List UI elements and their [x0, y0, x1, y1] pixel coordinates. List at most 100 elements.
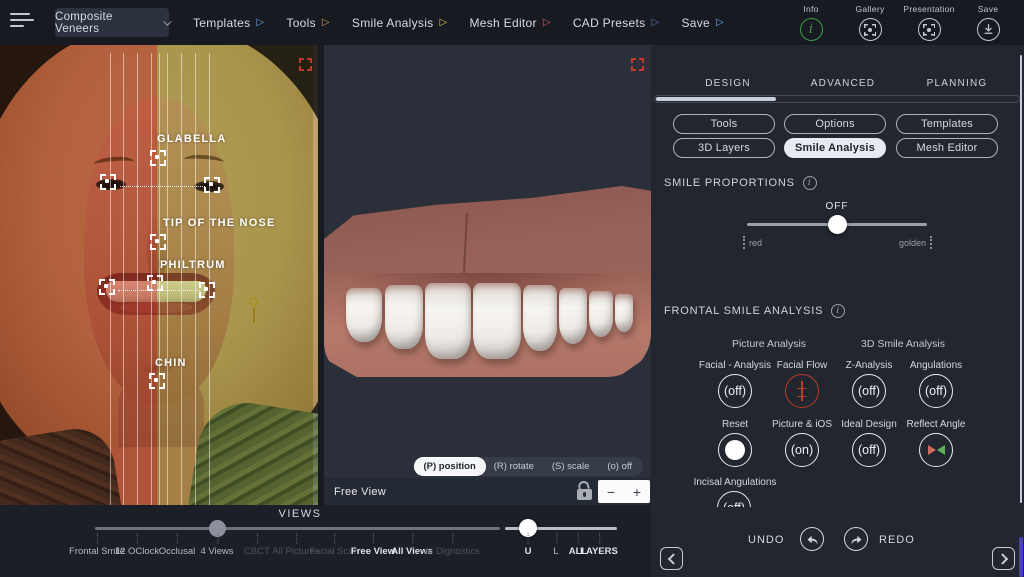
analysis-guideline	[167, 53, 168, 505]
menu-smile-analysis[interactable]: Smile Analysis▷	[352, 16, 448, 30]
zoom-control: − +	[598, 480, 650, 503]
smile-proportions-title: SMILE PROPORTIONS i	[664, 176, 817, 190]
z-analysis-toggle[interactable]: (off)	[852, 374, 886, 408]
tooth-3d	[425, 283, 471, 359]
reflect-angle-toggle[interactable]	[919, 433, 953, 467]
menu-cad-presets[interactable]: CAD Presets▷	[573, 16, 660, 30]
philtrum-marker[interactable]	[147, 275, 163, 291]
segment-position[interactable]: (P) position	[415, 458, 485, 475]
analysis-guideline	[209, 53, 210, 505]
reflect-angle-label: Reflect Angle	[907, 419, 966, 430]
reset-button[interactable]	[718, 433, 752, 467]
view-12-oclock[interactable]: 12 OClock	[115, 546, 159, 557]
menu-mesh-editor[interactable]: Mesh Editor▷	[469, 16, 550, 30]
zoom-out-button[interactable]: −	[598, 480, 624, 503]
mouth-left-marker[interactable]	[99, 279, 115, 295]
menu-tools[interactable]: Tools▷	[286, 16, 330, 30]
nose-label: TIP OF THE NOSE	[163, 217, 276, 229]
prev-step-button[interactable]	[660, 547, 683, 570]
reset-dot-icon	[725, 440, 745, 460]
expand-viewport-icon[interactable]	[631, 58, 644, 71]
panel-button-3d-layers[interactable]: 3D Layers	[673, 138, 775, 158]
3d-smile-analysis-header: 3D Smile Analysis	[861, 338, 945, 350]
tab-design[interactable]: DESIGN	[705, 78, 751, 89]
crosshair-icon	[793, 381, 811, 401]
presentation-icon	[918, 18, 941, 41]
glabella-marker[interactable]	[150, 150, 166, 166]
chevron-left-icon	[667, 553, 678, 564]
menu-templates[interactable]: Templates▷	[193, 16, 264, 30]
reflect-angle-icon	[928, 445, 945, 455]
info-button[interactable]: Info i	[789, 4, 833, 41]
gallery-button[interactable]: Gallery	[848, 4, 892, 41]
smile-proportions-handle[interactable]	[828, 215, 847, 234]
expand-photo-icon[interactable]	[299, 58, 312, 71]
analysis-guideline	[123, 53, 124, 505]
picture-analysis-header: Picture Analysis	[732, 338, 806, 350]
segment-off[interactable]: (o) off	[598, 458, 641, 475]
viewport-3d[interactable]: (P) position (R) rotate (S) scale (o) of…	[324, 45, 651, 505]
tooth-3d	[589, 291, 613, 337]
lock-icon[interactable]	[576, 481, 594, 502]
arrow-icon: ▷	[543, 18, 551, 28]
next-step-button[interactable]	[992, 547, 1015, 570]
preset-dropdown[interactable]: Composite Veneers	[55, 8, 169, 37]
undo-arrow-icon	[805, 532, 820, 547]
layer-lower[interactable]: L	[553, 546, 558, 557]
facial-analysis-label: Facial - Analysis	[699, 360, 771, 371]
presentation-button[interactable]: Presentation	[907, 4, 951, 41]
mouth-right-marker[interactable]	[199, 282, 215, 298]
views-bar: VIEWS Frontal Smile 12 OClock Occlusal 4…	[0, 505, 651, 577]
save-button[interactable]: Save	[966, 4, 1010, 41]
right-eye-marker[interactable]	[204, 177, 220, 193]
redo-label: REDO	[879, 534, 915, 546]
panel-button-mesh-editor[interactable]: Mesh Editor	[896, 138, 998, 158]
slider-max-label: golden	[899, 236, 932, 249]
tab-advanced[interactable]: ADVANCED	[811, 78, 875, 89]
info-icon[interactable]: i	[831, 304, 845, 318]
top-actions: Info i Gallery Presentation Save	[789, 4, 1010, 41]
picture-ios-toggle[interactable]: (on)	[785, 433, 819, 467]
view-ai-dignostics[interactable]: AI Dignostics	[424, 546, 479, 557]
redo-button[interactable]	[844, 527, 868, 551]
facial-analysis-toggle[interactable]: (off)	[718, 374, 752, 408]
angulations-toggle[interactable]: (off)	[919, 374, 953, 408]
info-icon[interactable]: i	[803, 176, 817, 190]
tab-planning[interactable]: PLANNING	[927, 78, 988, 89]
panel-scrollbar[interactable]	[1020, 55, 1023, 503]
transform-mode-control: (P) position (R) rotate (S) scale (o) of…	[413, 457, 644, 476]
chin-marker[interactable]	[149, 373, 165, 389]
views-slider-track[interactable]	[95, 527, 500, 530]
incisal-angulations-toggle[interactable]: (off)	[717, 491, 751, 507]
incisal-angulations-toggle-clipped[interactable]: (off)	[717, 491, 753, 507]
tooth-3d	[523, 285, 557, 351]
menu-save[interactable]: Save▷	[681, 16, 724, 30]
hamburger-menu-icon[interactable]	[10, 13, 34, 31]
segment-scale[interactable]: (S) scale	[543, 458, 598, 475]
panel-button-options[interactable]: Options	[784, 114, 886, 134]
chin-label: CHIN	[155, 357, 187, 369]
view-4-views[interactable]: 4 Views	[200, 546, 233, 557]
left-eye-marker[interactable]	[100, 174, 116, 190]
view-occlusal[interactable]: Occlusal	[159, 546, 195, 557]
layer-upper[interactable]: U	[525, 546, 532, 557]
incisal-angulations-label: Incisal Angulations	[694, 477, 777, 488]
segment-rotate[interactable]: (R) rotate	[485, 458, 543, 475]
app-window: Composite Veneers Templates▷ Tools▷ Smil…	[0, 0, 1024, 577]
arrow-icon: ▷	[651, 18, 659, 28]
facial-flow-toggle[interactable]	[785, 374, 819, 408]
download-icon	[977, 18, 1000, 41]
undo-button[interactable]	[800, 527, 824, 551]
panel-button-smile-analysis[interactable]: Smile Analysis	[784, 138, 886, 158]
analysis-guideline	[137, 53, 138, 505]
zoom-in-button[interactable]: +	[624, 480, 650, 503]
ideal-design-toggle[interactable]: (off)	[852, 433, 886, 467]
panel-button-tools[interactable]: Tools	[673, 114, 775, 134]
view-cbct[interactable]: CBCT	[244, 546, 270, 557]
tooth-3d	[615, 294, 633, 332]
nose-tip-marker[interactable]	[150, 234, 166, 250]
angulations-label: Angulations	[910, 360, 962, 371]
view-free-view[interactable]: Free View	[351, 546, 395, 557]
panel-button-templates[interactable]: Templates	[896, 114, 998, 134]
facial-flow-label: Facial Flow	[777, 360, 828, 371]
